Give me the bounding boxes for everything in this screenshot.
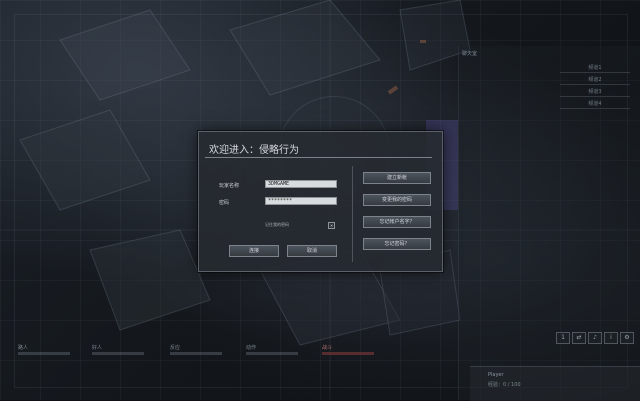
remember-password-checkbox[interactable]: ✕ (328, 222, 335, 229)
tab-combat-bar (322, 352, 374, 355)
cancel-button[interactable]: 取消 (287, 245, 337, 257)
password-label: 密码 (219, 200, 230, 206)
tab-combat[interactable]: 战斗 (322, 344, 332, 351)
music-icon[interactable]: ♪ (588, 332, 602, 344)
side-link-4[interactable]: 频道4 (560, 100, 630, 109)
side-link-2[interactable]: 频道2 (560, 76, 630, 85)
player-name: Player (488, 372, 504, 378)
tab-passerby[interactable]: 路人 (18, 344, 28, 351)
tab-passerby-bar (18, 352, 70, 355)
change-password-button[interactable]: 变更我的密码 (363, 194, 431, 206)
forgot-account-button[interactable]: 忘记帐户名字？ (363, 216, 431, 228)
username-label: 玩家名称 (219, 183, 240, 189)
bottom-tab-bar: 路人 好人 反应 动作 战斗 (14, 344, 374, 362)
swap-icon[interactable]: ⇄ (572, 332, 586, 344)
username-field[interactable]: 3DMGAME (265, 180, 337, 188)
tab-reaction-bar (170, 352, 222, 355)
side-panel-links: 频道1 频道2 频道3 频道4 (560, 64, 630, 112)
side-link-3[interactable]: 频道3 (560, 88, 630, 97)
bottom-icon-bar: 1 ⇄ ♪ ⅰ ⚙ (556, 324, 636, 344)
tab-action[interactable]: 动作 (246, 344, 256, 351)
settings-icon[interactable]: ⚙ (620, 332, 634, 344)
dialog-title: 欢迎进入：侵略行为 (209, 145, 299, 156)
tab-good[interactable]: 好人 (92, 344, 102, 351)
side-link-1[interactable]: 频道1 (560, 64, 630, 73)
forgot-password-button[interactable]: 忘记密码？ (363, 238, 431, 250)
side-panel-title: 聊天室 (462, 51, 478, 57)
dialog-title-separator (205, 157, 432, 158)
tab-reaction[interactable]: 反应 (170, 344, 180, 351)
password-field[interactable]: ******** (265, 197, 337, 205)
tab-good-bar (92, 352, 144, 355)
player-progress: 经验：0 / 100 (488, 382, 521, 388)
dialog-vertical-divider (352, 166, 353, 262)
login-button[interactable]: 连接 (229, 245, 279, 257)
create-account-button[interactable]: 建立新帐 (363, 172, 431, 184)
info-icon[interactable]: ⅰ (604, 332, 618, 344)
slot-one-icon[interactable]: 1 (556, 332, 570, 344)
tab-action-bar (246, 352, 298, 355)
login-dialog: 欢迎进入：侵略行为 玩家名称 3DMGAME 密码 ******** 记住我的密… (198, 131, 443, 272)
player-info-box: Player 经验：0 / 100 (470, 366, 640, 401)
remember-password-label: 记住我的密码 (265, 222, 289, 227)
